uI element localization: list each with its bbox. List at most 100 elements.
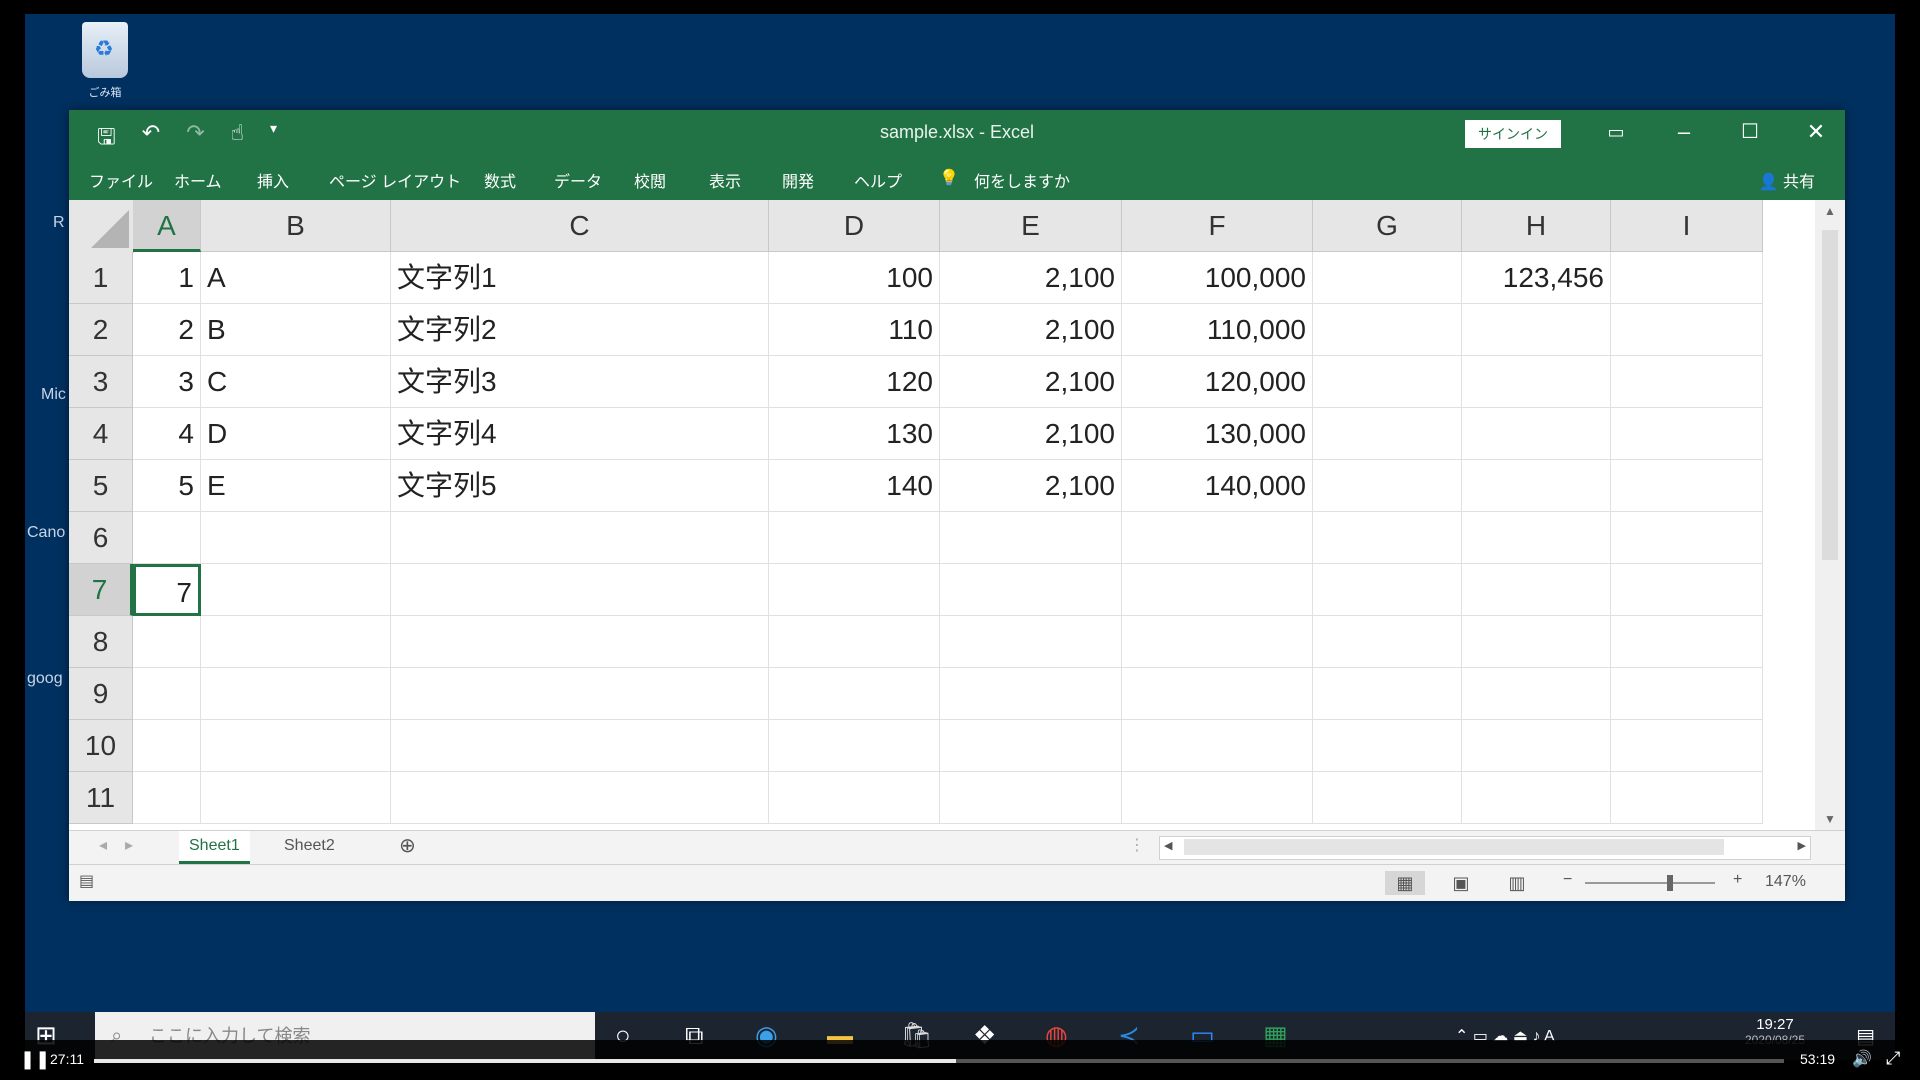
cell-b1[interactable]: A — [201, 252, 391, 304]
fullscreen-icon[interactable]: ⤢ — [1886, 1048, 1900, 1069]
cell-d8[interactable] — [769, 616, 940, 668]
recycle-bin-desktop-icon[interactable]: ごみ箱 — [70, 22, 140, 117]
cell-h9[interactable] — [1462, 668, 1611, 720]
cell-c9[interactable] — [391, 668, 769, 720]
cell-c2[interactable]: 文字列2 — [391, 304, 769, 356]
column-header-d[interactable]: D — [769, 200, 940, 252]
cell-h3[interactable] — [1462, 356, 1611, 408]
cell-f10[interactable] — [1122, 720, 1313, 772]
cell-c4[interactable]: 文字列4 — [391, 408, 769, 460]
zoom-level[interactable]: 147% — [1765, 873, 1806, 891]
cell-g3[interactable] — [1313, 356, 1462, 408]
column-header-e[interactable]: E — [940, 200, 1122, 252]
cell-d4[interactable]: 130 — [769, 408, 940, 460]
vertical-scroll-thumb[interactable] — [1822, 230, 1838, 560]
cell-e8[interactable] — [940, 616, 1122, 668]
cell-d9[interactable] — [769, 668, 940, 720]
cell-g9[interactable] — [1313, 668, 1462, 720]
cell-c10[interactable] — [391, 720, 769, 772]
cell-f1[interactable]: 100,000 — [1122, 252, 1313, 304]
cell-a7[interactable]: 7 — [133, 564, 201, 616]
cell-a3[interactable]: 3 — [133, 356, 201, 408]
scroll-sheets-left-icon[interactable]: ◂ — [89, 831, 117, 861]
cell-a10[interactable] — [133, 720, 201, 772]
sheet-tab-sheet1[interactable]: Sheet1 — [179, 831, 250, 864]
page-layout-view-icon[interactable]: ▣ — [1441, 871, 1481, 895]
cell-e3[interactable]: 2,100 — [940, 356, 1122, 408]
signin-button[interactable]: サインイン — [1465, 120, 1561, 148]
zoom-in-icon[interactable]: + — [1733, 871, 1742, 889]
cell-c1[interactable]: 文字列1 — [391, 252, 769, 304]
cell-c8[interactable] — [391, 616, 769, 668]
cell-b10[interactable] — [201, 720, 391, 772]
row-header-6[interactable]: 6 — [69, 512, 133, 564]
cell-a11[interactable] — [133, 772, 201, 824]
cell-g4[interactable] — [1313, 408, 1462, 460]
cell-h4[interactable] — [1462, 408, 1611, 460]
cell-e6[interactable] — [940, 512, 1122, 564]
cell-f5[interactable]: 140,000 — [1122, 460, 1313, 512]
cell-b6[interactable] — [201, 512, 391, 564]
column-header-f[interactable]: F — [1122, 200, 1313, 252]
cell-a8[interactable] — [133, 616, 201, 668]
add-sheet-icon[interactable]: ⊕ — [389, 831, 426, 861]
vertical-scrollbar[interactable]: ▲ ▼ — [1815, 200, 1845, 830]
column-header-c[interactable]: C — [391, 200, 769, 252]
cell-f9[interactable] — [1122, 668, 1313, 720]
cell-c3[interactable]: 文字列3 — [391, 356, 769, 408]
cell-f8[interactable] — [1122, 616, 1313, 668]
tell-me-search[interactable]: 何をしますか — [974, 168, 1070, 192]
row-header-8[interactable]: 8 — [69, 616, 133, 668]
cell-h11[interactable] — [1462, 772, 1611, 824]
cell-d2[interactable]: 110 — [769, 304, 940, 356]
video-progress-bar[interactable] — [94, 1059, 1784, 1063]
column-header-i[interactable]: I — [1611, 200, 1763, 252]
column-header-h[interactable]: H — [1462, 200, 1611, 252]
normal-view-icon[interactable]: ▦ — [1385, 871, 1425, 895]
cell-h8[interactable] — [1462, 616, 1611, 668]
cell-e4[interactable]: 2,100 — [940, 408, 1122, 460]
share-button[interactable]: 👤 共有 — [1759, 168, 1815, 192]
tab-developer[interactable]: 開発 — [782, 168, 814, 192]
cell-d1[interactable]: 100 — [769, 252, 940, 304]
worksheet-grid[interactable]: A B C D E F G H I 1 1 A 文字列1 100 2,100 100,000 123,456 2 2… — [69, 200, 1815, 830]
cell-h10[interactable] — [1462, 720, 1611, 772]
row-header-7[interactable]: 7 — [69, 564, 133, 616]
row-header-1[interactable]: 1 — [69, 252, 133, 304]
tab-file[interactable]: ファイル — [89, 168, 153, 192]
row-header-11[interactable]: 11 — [69, 772, 133, 824]
cell-h6[interactable] — [1462, 512, 1611, 564]
zoom-slider[interactable] — [1585, 882, 1715, 884]
cell-b3[interactable]: C — [201, 356, 391, 408]
tab-view[interactable]: 表示 — [709, 168, 741, 192]
cell-b5[interactable]: E — [201, 460, 391, 512]
cell-h7[interactable] — [1462, 564, 1611, 616]
cell-i10[interactable] — [1611, 720, 1763, 772]
scroll-down-icon[interactable]: ▼ — [1815, 812, 1845, 826]
cell-i6[interactable] — [1611, 512, 1763, 564]
tab-page-layout[interactable]: ページ レイアウト — [329, 168, 461, 192]
cell-a1[interactable]: 1 — [133, 252, 201, 304]
cell-g6[interactable] — [1313, 512, 1462, 564]
cell-d11[interactable] — [769, 772, 940, 824]
scroll-sheets-right-icon[interactable]: ▸ — [115, 831, 143, 861]
tab-formulas[interactable]: 数式 — [484, 168, 516, 192]
cell-b9[interactable] — [201, 668, 391, 720]
cell-f3[interactable]: 120,000 — [1122, 356, 1313, 408]
pause-icon[interactable]: ❚❚ — [20, 1049, 50, 1070]
tab-insert[interactable]: 挿入 — [257, 168, 289, 192]
cell-f6[interactable] — [1122, 512, 1313, 564]
horizontal-scroll-thumb[interactable] — [1184, 839, 1724, 855]
cell-c5[interactable]: 文字列5 — [391, 460, 769, 512]
cell-g7[interactable] — [1313, 564, 1462, 616]
scroll-right-icon[interactable]: ▶ — [1798, 839, 1806, 852]
column-header-b[interactable]: B — [201, 200, 391, 252]
page-break-preview-icon[interactable]: ▥ — [1497, 871, 1537, 895]
cell-d10[interactable] — [769, 720, 940, 772]
cell-g8[interactable] — [1313, 616, 1462, 668]
select-all-corner[interactable] — [69, 200, 134, 253]
cell-f2[interactable]: 110,000 — [1122, 304, 1313, 356]
cell-a2[interactable]: 2 — [133, 304, 201, 356]
cell-i9[interactable] — [1611, 668, 1763, 720]
cell-c7[interactable] — [391, 564, 769, 616]
